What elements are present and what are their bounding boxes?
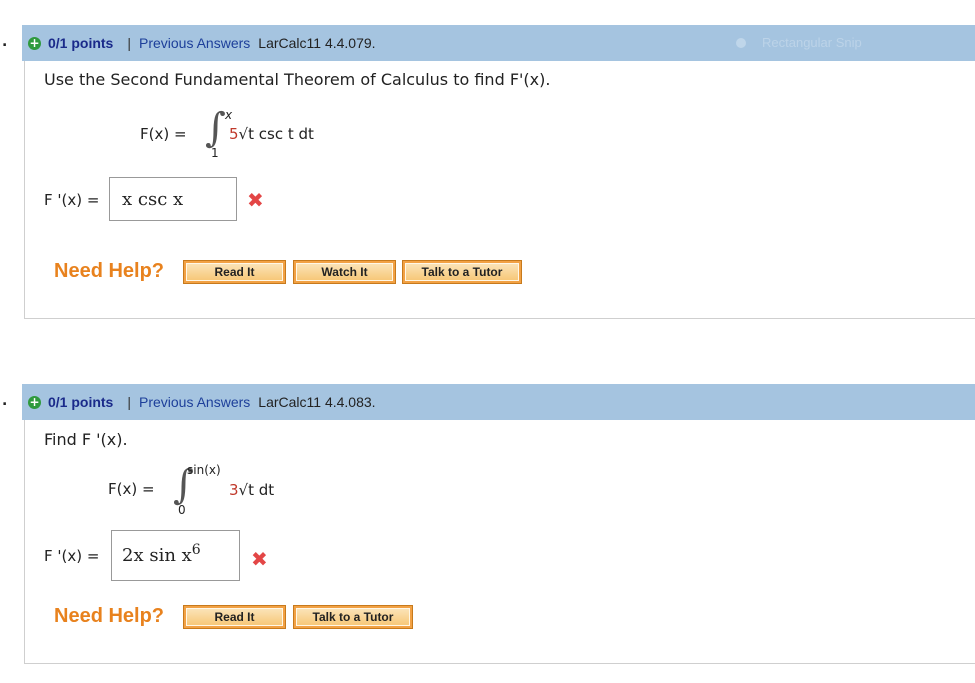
upper-limit: x xyxy=(225,108,233,122)
question-2-header: + 0/1 points | Previous Answers LarCalc1… xyxy=(22,384,975,420)
question-prompt: Use the Second Fundamental Theorem of Ca… xyxy=(44,70,551,89)
snip-indicator-icon xyxy=(736,38,746,48)
question-code: LarCalc11 4.4.079. xyxy=(258,35,376,51)
integral-sign-icon: ∫ xyxy=(205,105,226,151)
question-2-number: . xyxy=(2,393,8,409)
talk-to-tutor-button[interactable]: Talk to a Tutor xyxy=(293,605,413,629)
upper-limit: sin(x) xyxy=(187,463,221,477)
read-it-button-label: Read It xyxy=(186,263,283,281)
question-prompt: Find F '(x). xyxy=(44,430,128,449)
answer-value: 2x sin x xyxy=(122,545,192,566)
lower-limit: 1 xyxy=(211,146,219,160)
function-label: F(x) = xyxy=(140,125,187,143)
question-2-body: Find F '(x). F(x) = ∫ sin(x) 0 3√t dt F … xyxy=(24,420,975,664)
read-it-button[interactable]: Read It xyxy=(183,605,286,629)
integrand: 3√t dt xyxy=(229,481,274,499)
need-help-label: Need Help? xyxy=(54,260,165,282)
lower-limit: 0 xyxy=(178,503,186,517)
answer-exponent: 6 xyxy=(191,541,201,558)
talk-to-tutor-button[interactable]: Talk to a Tutor xyxy=(402,260,522,284)
integrand: 5√t csc t dt xyxy=(229,125,314,143)
answer-input[interactable]: x csc x xyxy=(109,177,237,221)
answer-label: F '(x) = xyxy=(44,191,100,209)
need-help-label: Need Help? xyxy=(54,605,165,627)
expand-plus-icon[interactable]: + xyxy=(28,36,41,50)
previous-answers-link[interactable]: Previous Answers xyxy=(139,35,250,51)
question-code: LarCalc11 4.4.083. xyxy=(258,394,376,410)
points-label: 0/1 points xyxy=(48,35,114,51)
integrand-coefficient: 3 xyxy=(229,481,239,499)
previous-answers-link[interactable]: Previous Answers xyxy=(139,394,250,410)
points-label: 0/1 points xyxy=(48,394,114,410)
answer-input[interactable]: 2x sin x6 xyxy=(111,530,240,581)
rectangular-snip-overlay: Rectangular Snip xyxy=(762,35,862,50)
function-label: F(x) = xyxy=(108,480,155,498)
header-separator: | xyxy=(127,35,131,51)
question-1-body: Use the Second Fundamental Theorem of Ca… xyxy=(24,61,975,319)
talk-to-tutor-button-label: Talk to a Tutor xyxy=(296,608,410,626)
read-it-button-label: Read It xyxy=(186,608,283,626)
question-1-header: + 0/1 points | Previous Answers LarCalc1… xyxy=(22,25,975,61)
talk-to-tutor-button-label: Talk to a Tutor xyxy=(405,263,519,281)
incorrect-x-icon: ✖ xyxy=(251,547,268,571)
integrand-expression: √t dt xyxy=(238,481,275,499)
incorrect-x-icon: ✖ xyxy=(247,188,264,212)
integrand-expression: √t csc t dt xyxy=(238,125,314,143)
header-separator: | xyxy=(127,394,131,410)
watch-it-button[interactable]: Watch It xyxy=(293,260,396,284)
expand-plus-icon[interactable]: + xyxy=(28,395,41,409)
answer-label: F '(x) = xyxy=(44,547,100,565)
read-it-button[interactable]: Read It xyxy=(183,260,286,284)
integrand-coefficient: 5 xyxy=(229,125,239,143)
watch-it-button-label: Watch It xyxy=(296,263,393,281)
question-1-number: . xyxy=(2,34,8,50)
